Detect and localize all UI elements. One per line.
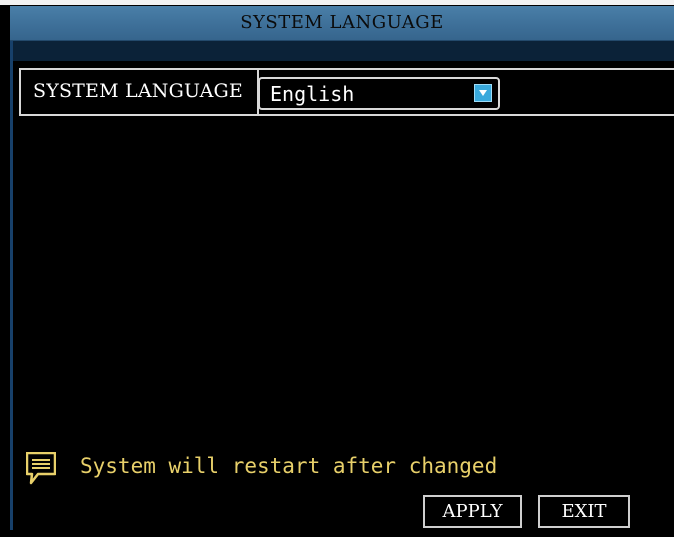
language-select[interactable]: English <box>258 77 500 110</box>
window-title: SYSTEM LANGUAGE <box>240 12 444 33</box>
left-bezel <box>0 5 10 537</box>
restart-notice: System will restart after changed <box>80 454 498 478</box>
message-icon <box>26 452 56 485</box>
title-bar: SYSTEM LANGUAGE <box>10 6 674 41</box>
chevron-down-icon[interactable] <box>474 84 492 102</box>
apply-button[interactable]: APPLY <box>423 495 522 528</box>
left-rail <box>10 40 13 530</box>
header-strip <box>13 41 674 61</box>
top-bezel <box>0 0 674 5</box>
dvr-menu-screen: SYSTEM LANGUAGE SYSTEM LANGUAGE English … <box>0 0 674 537</box>
exit-button[interactable]: EXIT <box>538 495 630 528</box>
language-label: SYSTEM LANGUAGE <box>33 80 243 102</box>
language-select-value: English <box>270 82 355 106</box>
